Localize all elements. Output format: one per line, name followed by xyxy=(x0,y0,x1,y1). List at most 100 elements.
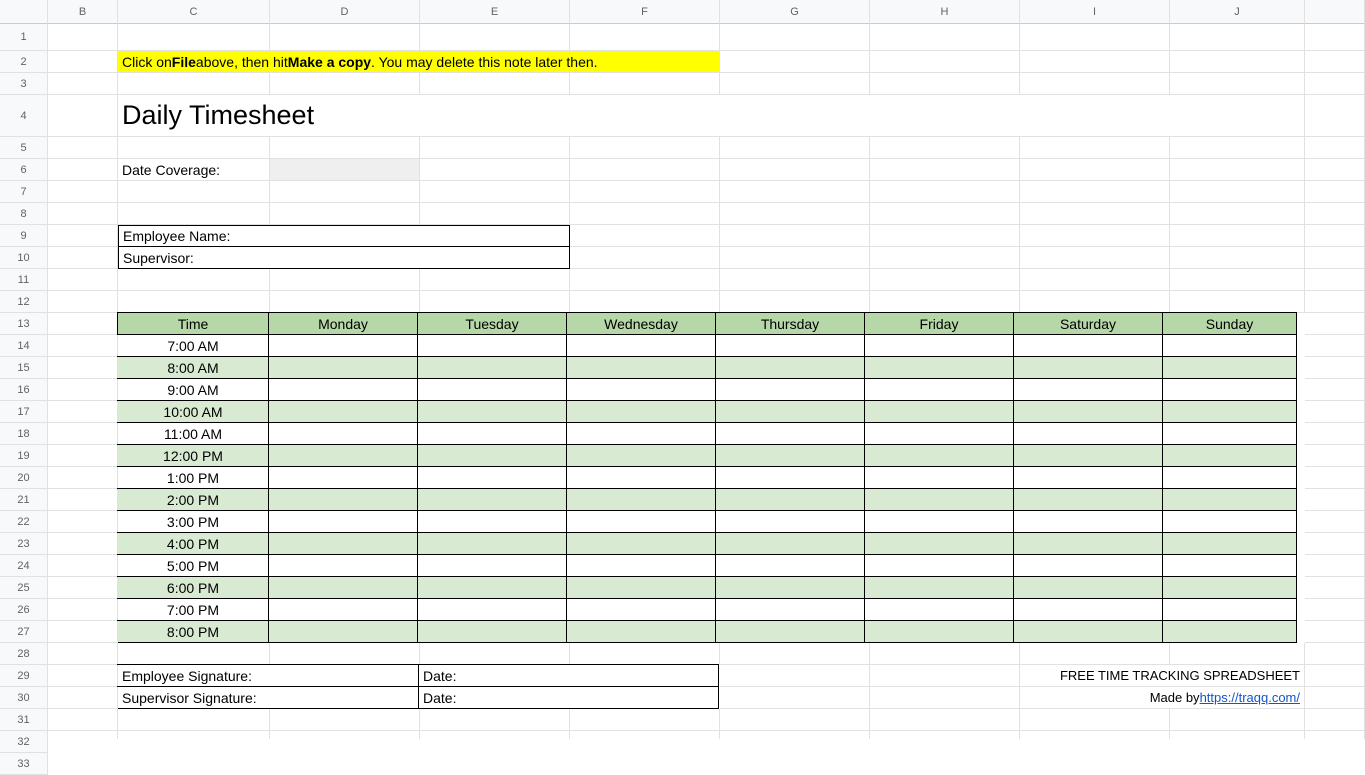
timesheet-entry-cell[interactable] xyxy=(417,510,567,533)
timesheet-entry-cell[interactable] xyxy=(864,554,1014,577)
timesheet-entry-cell[interactable] xyxy=(566,598,716,621)
timesheet-entry-cell[interactable] xyxy=(1162,488,1297,511)
timesheet-entry-cell[interactable] xyxy=(1013,334,1163,357)
timesheet-entry-cell[interactable] xyxy=(268,400,418,423)
timesheet-entry-cell[interactable] xyxy=(715,400,865,423)
employee-signature-date[interactable]: Date: xyxy=(418,664,719,687)
page-title[interactable]: Daily Timesheet xyxy=(118,95,1305,137)
row-header-22[interactable]: 22 xyxy=(0,511,48,533)
instruction-note[interactable]: Click on File above, then hit Make a cop… xyxy=(118,51,720,73)
timesheet-entry-cell[interactable] xyxy=(268,554,418,577)
col-header-B[interactable]: B xyxy=(48,0,118,24)
timesheet-entry-cell[interactable] xyxy=(268,378,418,401)
row-header-12[interactable]: 12 xyxy=(0,291,48,313)
timesheet-entry-cell[interactable] xyxy=(864,378,1014,401)
timesheet-entry-cell[interactable] xyxy=(566,444,716,467)
footer-link[interactable]: https://traqq.com/ xyxy=(1200,690,1300,705)
timesheet-entry-cell[interactable] xyxy=(1013,488,1163,511)
timesheet-entry-cell[interactable] xyxy=(715,598,865,621)
timesheet-entry-cell[interactable] xyxy=(1013,576,1163,599)
timesheet-entry-cell[interactable] xyxy=(566,356,716,379)
timesheet-entry-cell[interactable] xyxy=(1013,400,1163,423)
row-header-18[interactable]: 18 xyxy=(0,423,48,445)
row-header-31[interactable]: 31 xyxy=(0,709,48,731)
row-header-9[interactable]: 9 xyxy=(0,225,48,247)
timesheet-entry-cell[interactable] xyxy=(1162,554,1297,577)
timesheet-entry-cell[interactable] xyxy=(566,576,716,599)
timesheet-entry-cell[interactable] xyxy=(268,532,418,555)
timesheet-time-cell[interactable]: 10:00 AM xyxy=(117,400,269,423)
row-header-1[interactable]: 1 xyxy=(0,24,48,51)
timesheet-entry-cell[interactable] xyxy=(417,598,567,621)
row-header-17[interactable]: 17 xyxy=(0,401,48,423)
row-header-32[interactable]: 32 xyxy=(0,731,48,753)
timesheet-entry-cell[interactable] xyxy=(268,620,418,643)
timesheet-entry-cell[interactable] xyxy=(417,532,567,555)
grid-cell[interactable] xyxy=(48,51,118,73)
timesheet-entry-cell[interactable] xyxy=(1013,532,1163,555)
timesheet-entry-cell[interactable] xyxy=(1162,576,1297,599)
timesheet-entry-cell[interactable] xyxy=(1013,598,1163,621)
timesheet-entry-cell[interactable] xyxy=(864,334,1014,357)
row-header-8[interactable]: 8 xyxy=(0,203,48,225)
timesheet-time-cell[interactable]: 5:00 PM xyxy=(117,554,269,577)
timesheet-entry-cell[interactable] xyxy=(1162,356,1297,379)
timesheet-entry-cell[interactable] xyxy=(417,554,567,577)
timesheet-entry-cell[interactable] xyxy=(566,488,716,511)
col-header-H[interactable]: H xyxy=(870,0,1020,24)
timesheet-entry-cell[interactable] xyxy=(715,466,865,489)
timesheet-entry-cell[interactable] xyxy=(715,444,865,467)
employee-signature-label[interactable]: Employee Signature: xyxy=(117,664,419,687)
supervisor-signature-date[interactable]: Date: xyxy=(418,686,719,709)
timesheet-entry-cell[interactable] xyxy=(417,576,567,599)
timesheet-header-tuesday[interactable]: Tuesday xyxy=(417,312,567,335)
col-header-I[interactable]: I xyxy=(1020,0,1170,24)
timesheet-entry-cell[interactable] xyxy=(1162,510,1297,533)
timesheet-time-cell[interactable]: 8:00 PM xyxy=(117,620,269,643)
row-header-29[interactable]: 29 xyxy=(0,665,48,687)
timesheet-entry-cell[interactable] xyxy=(417,444,567,467)
timesheet-entry-cell[interactable] xyxy=(715,378,865,401)
timesheet-entry-cell[interactable] xyxy=(864,444,1014,467)
row-header-19[interactable]: 19 xyxy=(0,445,48,467)
date-coverage-label[interactable]: Date Coverage: xyxy=(118,159,270,181)
timesheet-time-cell[interactable]: 1:00 PM xyxy=(117,466,269,489)
timesheet-entry-cell[interactable] xyxy=(417,356,567,379)
timesheet-entry-cell[interactable] xyxy=(417,466,567,489)
timesheet-header-friday[interactable]: Friday xyxy=(864,312,1014,335)
timesheet-entry-cell[interactable] xyxy=(864,466,1014,489)
timesheet-header-saturday[interactable]: Saturday xyxy=(1013,312,1163,335)
timesheet-entry-cell[interactable] xyxy=(268,422,418,445)
row-header-21[interactable]: 21 xyxy=(0,489,48,511)
row-header-7[interactable]: 7 xyxy=(0,181,48,203)
timesheet-entry-cell[interactable] xyxy=(864,576,1014,599)
timesheet-time-cell[interactable]: 3:00 PM xyxy=(117,510,269,533)
timesheet-entry-cell[interactable] xyxy=(268,466,418,489)
timesheet-entry-cell[interactable] xyxy=(417,378,567,401)
row-header-3[interactable]: 3 xyxy=(0,73,48,95)
timesheet-time-cell[interactable]: 9:00 AM xyxy=(117,378,269,401)
row-header-6[interactable]: 6 xyxy=(0,159,48,181)
timesheet-header-sunday[interactable]: Sunday xyxy=(1162,312,1297,335)
corner-cell[interactable] xyxy=(0,0,48,24)
timesheet-entry-cell[interactable] xyxy=(417,620,567,643)
timesheet-entry-cell[interactable] xyxy=(1013,422,1163,445)
timesheet-entry-cell[interactable] xyxy=(864,532,1014,555)
col-header-C[interactable]: C xyxy=(118,0,270,24)
row-header-14[interactable]: 14 xyxy=(0,335,48,357)
timesheet-entry-cell[interactable] xyxy=(715,554,865,577)
row-header-11[interactable]: 11 xyxy=(0,269,48,291)
date-coverage-value[interactable] xyxy=(270,159,420,181)
timesheet-entry-cell[interactable] xyxy=(268,488,418,511)
timesheet-entry-cell[interactable] xyxy=(715,620,865,643)
timesheet-entry-cell[interactable] xyxy=(1013,554,1163,577)
row-header-23[interactable]: 23 xyxy=(0,533,48,555)
row-header-13[interactable]: 13 xyxy=(0,313,48,335)
row-header-16[interactable]: 16 xyxy=(0,379,48,401)
timesheet-entry-cell[interactable] xyxy=(566,422,716,445)
timesheet-entry-cell[interactable] xyxy=(566,466,716,489)
timesheet-entry-cell[interactable] xyxy=(864,510,1014,533)
timesheet-entry-cell[interactable] xyxy=(566,532,716,555)
row-header-26[interactable]: 26 xyxy=(0,599,48,621)
row-header-5[interactable]: 5 xyxy=(0,137,48,159)
